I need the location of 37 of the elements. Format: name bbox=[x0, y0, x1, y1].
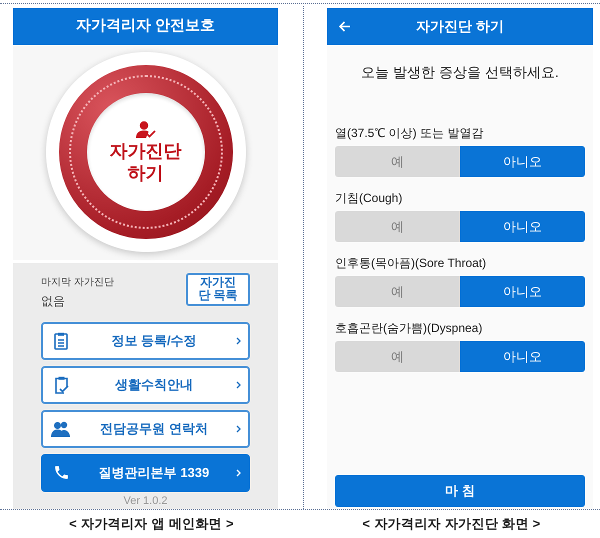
menu-button[interactable]: 질병관리본부 1339 bbox=[41, 454, 250, 492]
clipboard-check-icon bbox=[54, 376, 68, 394]
chevron-right-icon bbox=[236, 424, 241, 433]
answer-option[interactable]: 아니오 bbox=[460, 210, 585, 242]
last-check-label: 마지막 자가진단 bbox=[41, 276, 114, 290]
answer-option[interactable]: 아니오 bbox=[460, 276, 585, 307]
answer-option[interactable]: 아니오 bbox=[460, 146, 585, 177]
last-check-value: 없음 bbox=[41, 292, 66, 310]
self-check-button[interactable]: 자가진단 하기 bbox=[46, 52, 246, 252]
answer-option[interactable]: 예 bbox=[335, 340, 460, 372]
figure-caption: < 자가격리자 앱 메인화면 > bbox=[69, 515, 234, 534]
version-label: Ver 1.0.2 bbox=[122, 494, 169, 508]
answer-option[interactable]: 예 bbox=[335, 276, 460, 307]
menu-button[interactable]: 생활수칙안내 bbox=[41, 366, 250, 404]
menu-button[interactable]: 전담공무원 연락처 bbox=[41, 410, 250, 448]
answer-option[interactable]: 예 bbox=[335, 210, 460, 242]
instruction-text: 오늘 발생한 증상을 선택하세요. bbox=[360, 62, 560, 82]
menu-button[interactable]: 정보 등록/수정 bbox=[41, 322, 250, 360]
clipboard-icon bbox=[54, 332, 68, 350]
question-label: 기침(Cough) bbox=[335, 190, 404, 207]
history-button[interactable]: 자가진단 목록 bbox=[186, 272, 250, 306]
phone-icon bbox=[52, 464, 70, 482]
answer-option[interactable]: 아니오 bbox=[460, 340, 585, 372]
figure-caption: < 자가격리자 자가진단 화면 > bbox=[362, 515, 541, 534]
question-label: 인후통(목아픔)(Sore Throat) bbox=[335, 254, 488, 272]
chevron-right-icon bbox=[236, 468, 241, 477]
app-title-bar: 자가격리자 안전보호 bbox=[13, 8, 278, 45]
question-label: 열(37.5℃ 이상) 또는 발열감 bbox=[335, 124, 484, 142]
chevron-right-icon bbox=[236, 336, 241, 345]
chevron-right-icon bbox=[236, 380, 241, 389]
back-arrow-icon[interactable] bbox=[339, 20, 351, 32]
people-icon bbox=[51, 420, 71, 437]
finish-button[interactable]: 마 침 bbox=[335, 474, 585, 507]
question-label: 호흡곤란(숨가쁨)(Dyspnea) bbox=[335, 320, 484, 337]
answer-option[interactable]: 예 bbox=[335, 146, 460, 177]
person-check-icon bbox=[136, 120, 156, 138]
screen-title: 자가진단 하기 bbox=[416, 16, 504, 36]
